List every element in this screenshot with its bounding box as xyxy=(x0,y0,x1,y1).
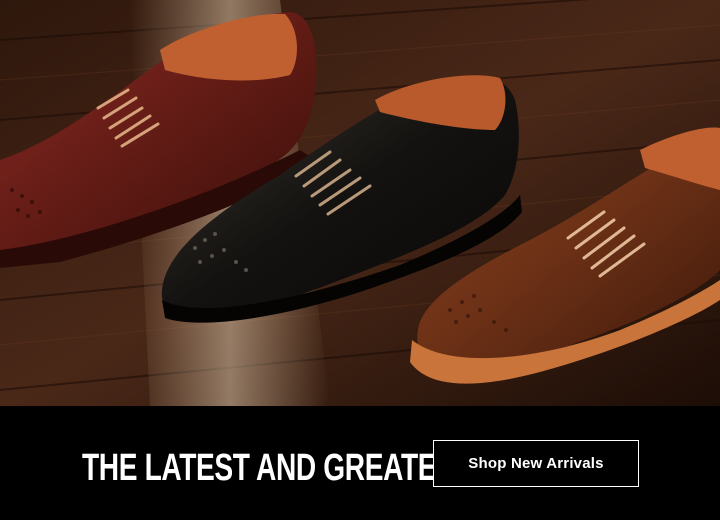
cta-bar: THE LATEST AND GREATEST Shop New Arrival… xyxy=(0,406,720,520)
headline: THE LATEST AND GREATEST xyxy=(82,447,472,489)
shop-new-arrivals-button[interactable]: Shop New Arrivals xyxy=(433,440,639,487)
hero-image[interactable] xyxy=(0,0,720,406)
promo-banner: THE LATEST AND GREATEST Shop New Arrival… xyxy=(0,0,720,520)
